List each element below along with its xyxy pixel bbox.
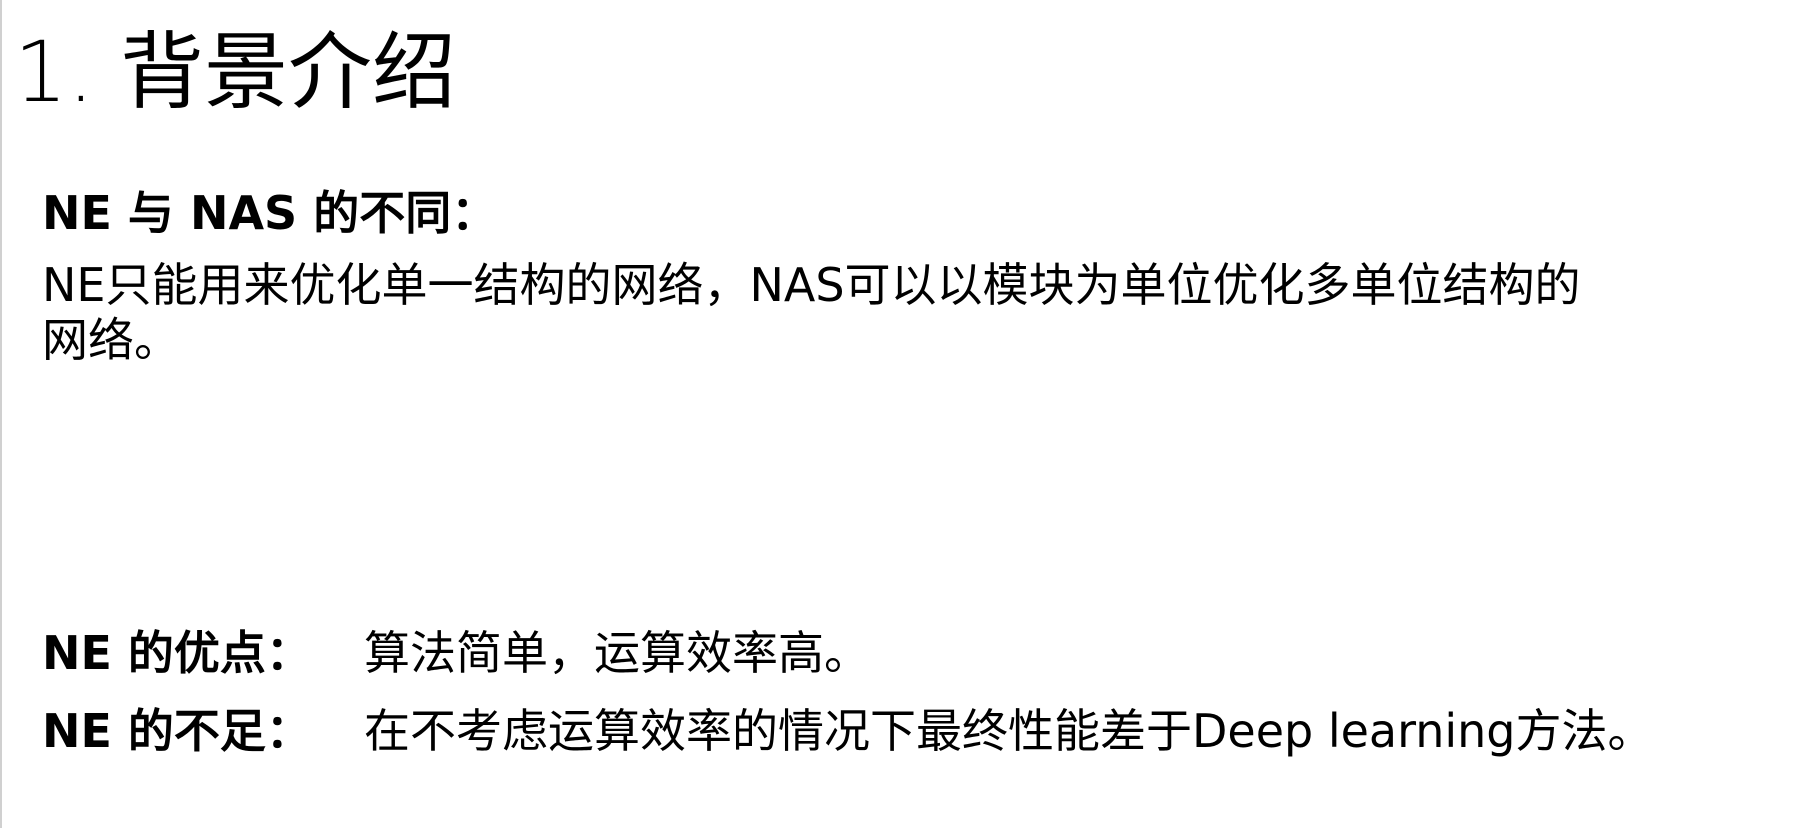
comparison-heading: NE 与 NAS 的不同： [42, 186, 498, 240]
comparison-paragraph: NE只能用来优化单一结构的网络，NAS可以以模块为单位优化多单位结构的 网络。 [42, 258, 1782, 368]
pros-text: 算法简单，运算效率高。 [364, 626, 870, 680]
comparison-line-1: NE只能用来优化单一结构的网络，NAS可以以模块为单位优化多单位结构的 [42, 258, 1581, 312]
pros-row: NE 的优点： 算法简单，运算效率高。 [42, 618, 870, 682]
slide-title: 1. 背景介绍 [14, 22, 456, 122]
comparison-line-2: 网络。 [42, 313, 180, 367]
cons-text: 在不考虑运算效率的情况下最终性能差于Deep learning方法。 [364, 704, 1654, 758]
cons-row: NE 的不足： 在不考虑运算效率的情况下最终性能差于Deep learning方… [42, 696, 1654, 760]
slide-title-text: 背景介绍 [120, 23, 457, 121]
slide-left-border [0, 0, 2, 828]
cons-label: NE 的不足： [42, 704, 312, 758]
pros-label: NE 的优点： [42, 626, 312, 680]
slide-number: 1. [14, 23, 95, 121]
